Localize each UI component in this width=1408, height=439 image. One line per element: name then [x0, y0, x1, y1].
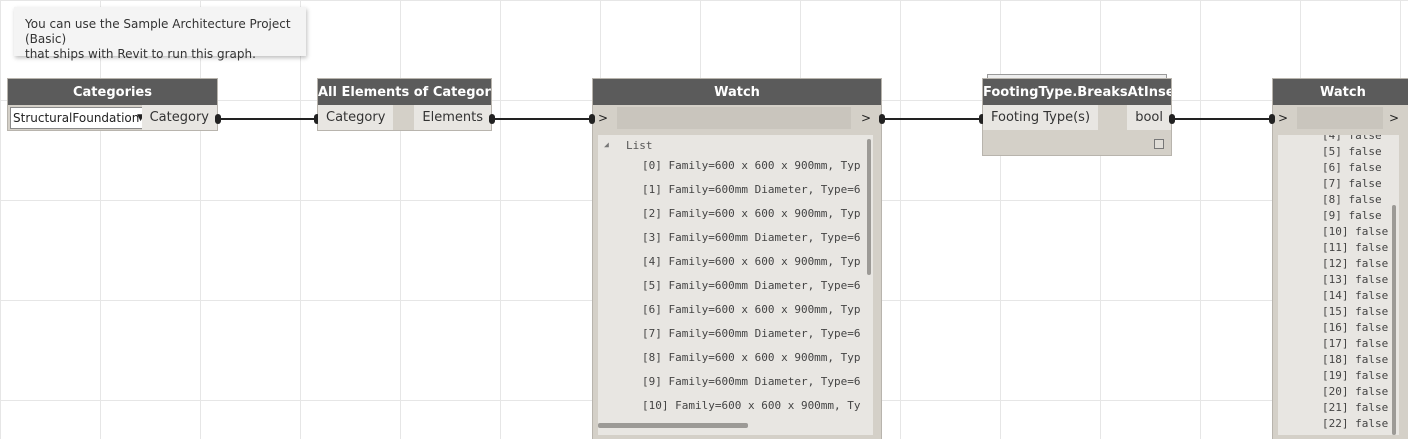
watch-1-vertical-scrollbar[interactable]: [867, 139, 871, 275]
categories-node-title: Categories: [8, 79, 217, 105]
all-elements-node-title: All Elements of Category: [318, 79, 491, 105]
watch-1-horizontal-scrollbar[interactable]: [598, 423, 748, 428]
watch-1-list-item: [1] Family=600mm Diameter, Type=6: [642, 183, 861, 196]
watch-2-list-item: [14] false: [1322, 289, 1389, 302]
watch-1-input-label[interactable]: >: [598, 111, 608, 125]
wire-footing-to-watch: [1173, 118, 1273, 120]
watch-2-list-item: [20] false: [1322, 385, 1389, 398]
watch-2-vertical-scrollbar[interactable]: [1392, 205, 1396, 435]
watch-2-content[interactable]: [4] false [5] false [6] false [7] false [8] …: [1278, 135, 1399, 435]
footing-node-stack-edge: [987, 74, 1167, 78]
footing-node-title: FootingType.BreaksAtInserts: [983, 79, 1171, 105]
category-dropdown[interactable]: StructuralFoundation ▼: [10, 107, 149, 129]
watch-1-list-item: [2] Family=600 x 600 x 900mm, Typ: [642, 207, 861, 220]
wire-categories-to-elements: [220, 118, 320, 120]
watch-2-list-item: [8] false: [1322, 193, 1382, 206]
watch-1-ports: > >: [593, 105, 881, 131]
footing-output-dot[interactable]: [1169, 114, 1175, 124]
footing-node[interactable]: FootingType.BreaksAtInserts Footing Type…: [979, 74, 1175, 155]
watch-2-list-item: [6] false: [1322, 161, 1382, 174]
watch-1-input-dot[interactable]: [589, 114, 595, 124]
watch-2-list-item: [22] false: [1322, 417, 1389, 430]
note-line-2: that ships with Revit to run this graph.: [25, 47, 256, 61]
watch-node-2[interactable]: Watch > > [4] false [5] false [6] false [7]…: [1269, 79, 1408, 439]
watch-2-list-item: [21] false: [1322, 401, 1389, 414]
wire-elements-to-watch: [493, 118, 593, 120]
all-elements-input-port[interactable]: Category: [318, 105, 394, 130]
watch-2-list-item: [17] false: [1322, 337, 1389, 350]
all-elements-output-dot[interactable]: [489, 114, 495, 124]
footing-output-port[interactable]: bool: [1127, 105, 1171, 130]
watch-1-content[interactable]: ◢ List [0] Family=600 x 600 x 900mm, Typ…: [598, 135, 873, 435]
watch-1-list-item: [10] Family=600 x 600 x 900mm, Ty: [642, 399, 861, 412]
watch-2-list-item: [12] false: [1322, 257, 1389, 270]
watch-2-input-dot[interactable]: [1269, 114, 1275, 124]
watch-1-list-item: [9] Family=600mm Diameter, Type=6: [642, 375, 861, 388]
watch-2-list-item: [18] false: [1322, 353, 1389, 366]
watch-1-output-dot[interactable]: [879, 114, 885, 124]
footing-input-label: Footing Type(s): [991, 110, 1091, 125]
watch-1-title: Watch: [593, 79, 881, 105]
all-elements-output-port[interactable]: Elements: [414, 105, 491, 130]
watch-1-list-item: [7] Family=600mm Diameter, Type=6: [642, 327, 861, 340]
watch-2-list-item: [5] false: [1322, 145, 1382, 158]
watch-2-list-item: [13] false: [1322, 273, 1389, 286]
watch-2-list-item: [11] false: [1322, 241, 1389, 254]
lacing-checkbox[interactable]: [1154, 139, 1164, 149]
watch-2-ports: > >: [1273, 105, 1408, 131]
watch-2-port-divider: [1297, 107, 1383, 129]
watch-2-list-item: [9] false: [1322, 209, 1382, 222]
watch-node-1[interactable]: Watch > > ◢ List [0] Family=600 x 600 x …: [589, 79, 885, 439]
note-line-1: You can use the Sample Architecture Proj…: [25, 17, 291, 46]
watch-1-list-item: [3] Family=600mm Diameter, Type=6: [642, 231, 861, 244]
watch-2-input-label[interactable]: >: [1278, 111, 1288, 125]
wire-watch-to-footing: [883, 118, 983, 120]
watch-2-list-item: [10] false: [1322, 225, 1389, 238]
note[interactable]: You can use the Sample Architecture Proj…: [14, 7, 306, 61]
all-elements-node[interactable]: All Elements of Category Category Elemen…: [314, 79, 495, 130]
watch-1-port-divider: [617, 107, 851, 129]
footing-output-label: bool: [1135, 110, 1163, 125]
categories-output-dot[interactable]: [215, 114, 221, 124]
watch-2-list-item: [15] false: [1322, 305, 1389, 318]
categories-output-label: Category: [149, 110, 209, 125]
watch-1-output-label[interactable]: >: [861, 111, 871, 125]
watch-2-list-item: [16] false: [1322, 321, 1389, 334]
footing-input-port[interactable]: Footing Type(s): [983, 105, 1099, 130]
watch-2-list-item: [4] false: [1322, 135, 1382, 142]
category-dropdown-value: StructuralFoundation: [13, 111, 140, 125]
categories-output-port[interactable]: Category: [141, 105, 217, 130]
watch-1-list-item: [6] Family=600 x 600 x 900mm, Typ: [642, 303, 861, 316]
watch-1-list-item: [5] Family=600mm Diameter, Type=6: [642, 279, 861, 292]
watch-1-list-item: [0] Family=600 x 600 x 900mm, Typ: [642, 159, 861, 172]
all-elements-output-label: Elements: [422, 110, 483, 125]
watch-1-list-item: [8] Family=600 x 600 x 900mm, Typ: [642, 351, 861, 364]
collapse-triangle-icon[interactable]: ◢: [604, 140, 609, 149]
watch-2-list-item: [19] false: [1322, 369, 1389, 382]
watch-1-list-item: [4] Family=600 x 600 x 900mm, Typ: [642, 255, 861, 268]
watch-2-list-item: [7] false: [1322, 177, 1382, 190]
categories-node[interactable]: Categories StructuralFoundation ▼ Catego…: [8, 79, 221, 130]
watch-2-title: Watch: [1273, 79, 1408, 105]
all-elements-input-label: Category: [326, 110, 386, 125]
watch-1-list-label: List: [626, 139, 653, 152]
watch-2-output-label[interactable]: >: [1389, 111, 1399, 125]
